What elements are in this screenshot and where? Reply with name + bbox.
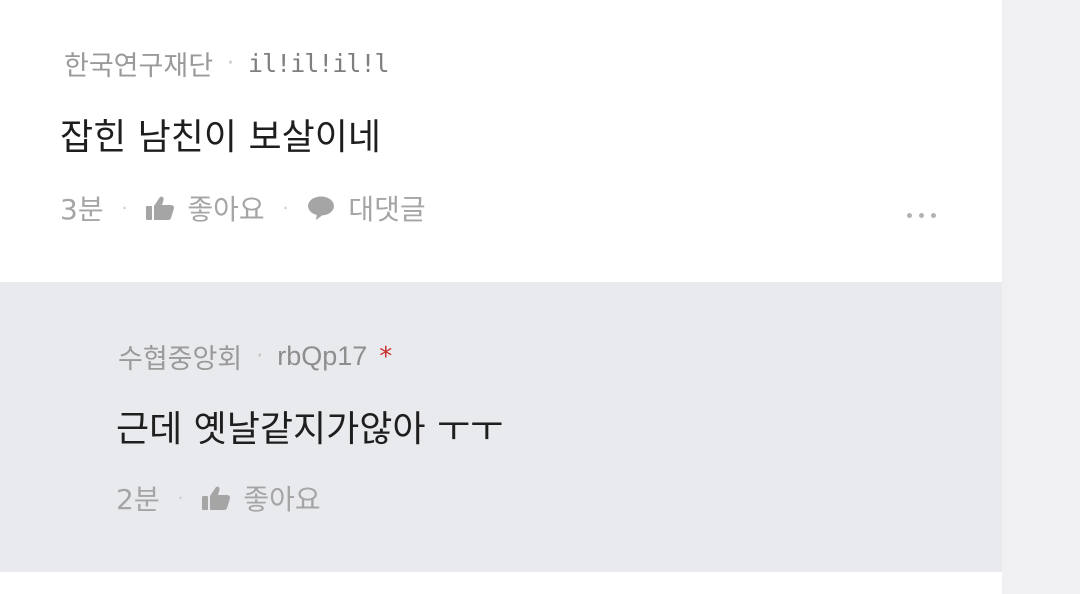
- reply-item: 수협중앙회 · rbQp17 * 근데 옛날같지가않아 ㅜㅜ 2분 · 좋아요: [0, 282, 1002, 572]
- thumbs-up-icon: [145, 195, 175, 221]
- action-separator: ·: [177, 487, 184, 509]
- like-button[interactable]: 좋아요: [201, 478, 321, 518]
- comment-text: 잡힌 남친이 보살이네: [60, 117, 381, 158]
- like-label: 좋아요: [187, 193, 265, 226]
- comment-affiliation[interactable]: 한국연구재단: [64, 44, 213, 83]
- like-label: 좋아요: [243, 483, 321, 516]
- comment-actions: 3분 · 좋아요 · 대댓글: [60, 188, 426, 228]
- comment-username[interactable]: rbQp17: [277, 341, 367, 372]
- author-marker: *: [379, 341, 393, 372]
- reply-label: 대댓글: [348, 193, 426, 226]
- comment-item: 한국연구재단 · il!il!il!l 잡힌 남친이 보살이네 3분 · 좋아요…: [0, 0, 1002, 282]
- comment-affiliation[interactable]: 수협중앙회: [118, 337, 242, 376]
- comment-meta: 한국연구재단 · il!il!il!l: [64, 44, 390, 83]
- comment-time: 3분: [60, 193, 104, 226]
- speech-bubble-icon: [306, 195, 336, 221]
- right-gutter: [1002, 0, 1080, 594]
- reply-button[interactable]: 대댓글: [306, 188, 426, 228]
- action-separator: ·: [121, 197, 128, 219]
- comment-text: 근데 옛날같지가않아 ㅜㅜ: [116, 409, 504, 450]
- action-separator: ·: [282, 197, 289, 219]
- comment-username[interactable]: il!il!il!l: [248, 49, 390, 78]
- comment-actions: 2분 · 좋아요: [116, 478, 321, 518]
- meta-separator: ·: [256, 344, 264, 369]
- meta-separator: ·: [227, 51, 235, 76]
- comment-meta: 수협중앙회 · rbQp17 *: [118, 337, 392, 376]
- comment-time: 2분: [116, 483, 160, 516]
- like-button[interactable]: 좋아요: [145, 188, 265, 228]
- more-dots-icon[interactable]: [907, 213, 936, 218]
- thumbs-up-icon: [201, 485, 231, 511]
- bottom-strip: [0, 572, 1002, 594]
